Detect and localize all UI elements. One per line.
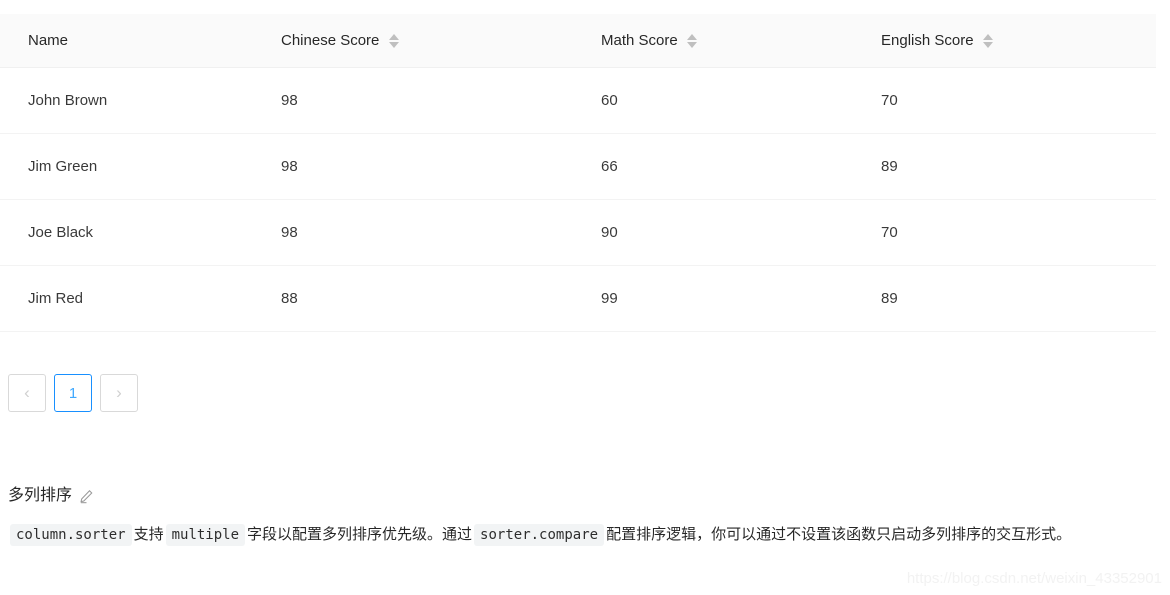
- cell-english-score: 89: [865, 133, 1156, 200]
- column-header-label: Name: [28, 32, 69, 49]
- cell-chinese-score: 98: [265, 133, 585, 200]
- table-row[interactable]: John Brown 98 60 70: [0, 67, 1156, 134]
- pagination-next-button[interactable]: ›: [100, 374, 138, 412]
- cell-name: Jim Red: [0, 265, 265, 332]
- column-header-chinese-score[interactable]: Chinese Score: [265, 14, 585, 68]
- cell-math-score: 66: [585, 133, 865, 200]
- chevron-left-icon: ‹: [24, 383, 30, 402]
- section-description: column.sorter 支持 multiple 字段以配置多列排序优先级。通过 so…: [8, 520, 1158, 550]
- column-header-label: English Score: [881, 32, 974, 49]
- cell-math-score: 60: [585, 67, 865, 134]
- section-title-text: 多列排序: [8, 487, 73, 504]
- table-row[interactable]: Jim Green 98 66 89: [0, 133, 1156, 200]
- cell-chinese-score: 98: [265, 67, 585, 134]
- pagination-page-1[interactable]: 1: [54, 374, 92, 412]
- desc-text-2: 字段以配置多列排序优先级。通过: [247, 526, 473, 543]
- code-sorter-compare: sorter.compare: [474, 524, 605, 546]
- cell-math-score: 90: [585, 199, 865, 266]
- code-column-sorter: column.sorter: [10, 524, 132, 546]
- cell-chinese-score: 98: [265, 199, 585, 266]
- cell-name: Jim Green: [0, 133, 265, 200]
- table-header-row: Name Chinese Score Math Score English Sc…: [0, 14, 1156, 68]
- column-header-label: Math Score: [601, 32, 678, 49]
- chevron-right-icon: ›: [116, 383, 122, 402]
- score-table: Name Chinese Score Math Score English Sc…: [0, 14, 1156, 332]
- pencil-icon[interactable]: [79, 489, 94, 504]
- column-header-label: Chinese Score: [281, 32, 380, 49]
- pagination-page-label: 1: [68, 384, 78, 402]
- cell-name: Joe Black: [0, 199, 265, 266]
- table-row[interactable]: Joe Black 98 90 70: [0, 199, 1156, 266]
- cell-name: John Brown: [0, 67, 265, 134]
- table-header: Name Chinese Score Math Score English Sc…: [0, 14, 1156, 68]
- column-header-english-score[interactable]: English Score: [865, 14, 1156, 68]
- sort-icon[interactable]: [687, 33, 698, 48]
- desc-text-1: 支持: [133, 526, 164, 543]
- cell-english-score: 70: [865, 67, 1156, 134]
- multi-sort-section: 多列排序 column.sorter 支持 multiple 字段以配置多列排序优先级…: [8, 484, 1158, 550]
- cell-chinese-score: 88: [265, 265, 585, 332]
- cell-english-score: 70: [865, 199, 1156, 266]
- sort-icon[interactable]: [983, 33, 994, 48]
- watermark: https://blog.csdn.net/weixin_43352901: [906, 570, 1162, 587]
- column-header-name: Name: [0, 14, 265, 68]
- column-header-math-score[interactable]: Math Score: [585, 14, 865, 68]
- desc-text-3: 配置排序逻辑，你可以通过不设置该函数只启动多列排序的交互形式。: [606, 526, 1072, 543]
- score-table-container: Name Chinese Score Math Score English Sc…: [0, 14, 1156, 332]
- pagination: ‹ 1 ›: [8, 374, 138, 412]
- section-heading: 多列排序: [8, 484, 1158, 508]
- pagination-prev-button[interactable]: ‹: [8, 374, 46, 412]
- sort-icon[interactable]: [388, 33, 399, 48]
- table-body: John Brown 98 60 70 Jim Green 98 66 89 J…: [0, 67, 1156, 332]
- cell-english-score: 89: [865, 265, 1156, 332]
- table-row[interactable]: Jim Red 88 99 89: [0, 265, 1156, 332]
- code-multiple: multiple: [165, 524, 246, 546]
- cell-math-score: 99: [585, 265, 865, 332]
